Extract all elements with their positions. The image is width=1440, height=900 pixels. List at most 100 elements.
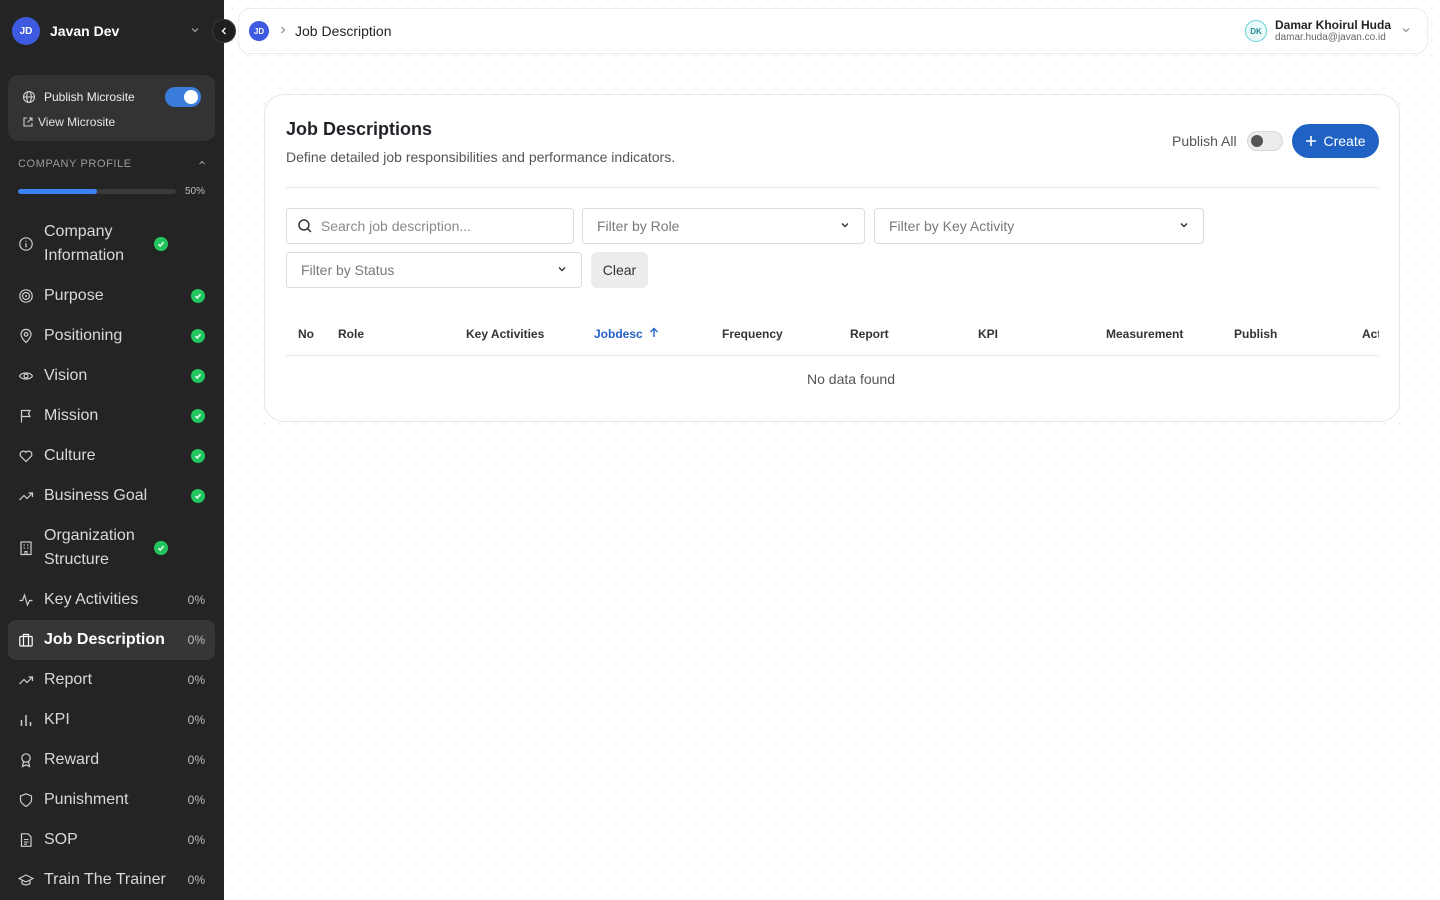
sidebar-item-vision[interactable]: Vision (8, 364, 215, 388)
sort-ascending-icon (649, 327, 659, 341)
progress-percent: 0% (187, 673, 205, 687)
info-icon (19, 237, 33, 251)
sidebar-item-company-information[interactable]: Company Information (8, 220, 215, 268)
sidebar-item-culture[interactable]: Culture (8, 444, 215, 468)
column-header-kpi[interactable]: KPI (978, 313, 998, 355)
publish-all: Publish All (1172, 131, 1283, 151)
sidebar: JD Javan Dev Publish Microsite View Micr… (0, 0, 224, 900)
sidebar-item-job-description[interactable]: Job Description 0% (8, 620, 215, 660)
chevron-up-icon (198, 158, 206, 170)
map-pin-icon (20, 328, 32, 344)
sidebar-item-kpi[interactable]: KPI 0% (8, 708, 215, 732)
column-header-measurement[interactable]: Measurement (1106, 313, 1183, 355)
column-header-role[interactable]: Role (338, 313, 364, 355)
chevron-right-icon (279, 24, 287, 38)
workspace-switcher[interactable]: JD Javan Dev (0, 0, 224, 62)
column-header-label: Role (338, 327, 365, 341)
publish-microsite-label: Publish Microsite (44, 90, 135, 104)
progress-percent: 0% (187, 833, 205, 847)
column-header-publish[interactable]: Publish (1234, 313, 1277, 355)
briefcase-icon (19, 633, 33, 647)
sidebar-item-mission[interactable]: Mission (8, 404, 215, 428)
building-icon (20, 541, 32, 556)
award-icon (21, 753, 31, 768)
check-circle-icon (191, 289, 205, 303)
column-header-label: Frequency (722, 327, 783, 341)
publish-microsite-toggle[interactable] (165, 87, 201, 107)
create-label: Create (1323, 133, 1366, 149)
progress-percent: 0% (187, 753, 205, 767)
chevron-down-icon (190, 25, 200, 38)
plus-icon (1306, 136, 1317, 146)
page-subtitle: Define detailed job responsibilities and… (286, 149, 676, 165)
breadcrumb-current: Job Description (295, 23, 392, 39)
check-circle-icon (191, 409, 205, 423)
view-microsite-label: View Microsite (38, 115, 116, 129)
progress-percent: 0% (187, 713, 205, 727)
clear-filters-button[interactable]: Clear (591, 252, 648, 288)
job-descriptions-card: Job Descriptions Define detailed job res… (264, 94, 1400, 422)
search-field[interactable] (286, 208, 574, 244)
column-header-key-activities[interactable]: Key Activities (466, 313, 544, 355)
company-profile-progress (18, 189, 176, 194)
status-filter-value: Filter by Status (301, 262, 395, 278)
column-header-label: Report (850, 327, 889, 341)
column-header-label: No (298, 327, 314, 341)
column-header-label: Key Activities (466, 327, 545, 341)
sidebar-item-purpose[interactable]: Purpose (8, 284, 215, 308)
sidebar-item-label: Job Description (44, 631, 165, 648)
sidebar-item-label: Company Information (44, 223, 125, 264)
column-header-actions[interactable]: Actions (1362, 313, 1379, 355)
breadcrumb-avatar[interactable]: JD (249, 21, 269, 41)
sidebar-item-organization-structure[interactable]: Organization Structure (8, 524, 215, 572)
sidebar-item-sop[interactable]: SOP 0% (8, 828, 215, 852)
target-icon (19, 289, 33, 303)
progress-fill (18, 189, 97, 194)
progress-percent: 0% (187, 633, 205, 647)
chevron-down-icon (1401, 25, 1411, 38)
chevron-down-icon (840, 220, 850, 233)
divider (286, 187, 1379, 188)
user-menu[interactable]: DK Damar Khoirul Huda damar.huda@javan.c… (1244, 18, 1411, 44)
sidebar-item-train-the-trainer[interactable]: Train The Trainer 0% (8, 868, 215, 892)
column-header-jobdesc[interactable]: Jobdesc (594, 313, 659, 355)
microsite-card: Publish Microsite View Microsite (8, 75, 215, 141)
collapse-sidebar-button[interactable] (212, 19, 236, 43)
sidebar-item-reward[interactable]: Reward 0% (8, 748, 215, 772)
column-header-label: Publish (1234, 327, 1278, 341)
column-header-no[interactable]: No (298, 313, 314, 355)
sidebar-item-label: Business Goal (44, 487, 148, 504)
page-title: Job Descriptions (286, 119, 433, 139)
progress-percent: 0% (187, 593, 205, 607)
eye-icon (18, 372, 34, 380)
sidebar-item-label: Organization Structure (44, 527, 135, 568)
column-header-label: KPI (978, 327, 999, 341)
sidebar-item-positioning[interactable]: Positioning (8, 324, 215, 348)
sidebar-item-business-goal[interactable]: Business Goal (8, 484, 215, 508)
check-circle-icon (191, 369, 205, 383)
create-button[interactable]: Create (1292, 124, 1379, 158)
view-microsite-link[interactable]: View Microsite (22, 115, 115, 129)
company-profile-header[interactable]: COMPANY PROFILE (18, 158, 206, 170)
heart-icon (19, 450, 33, 463)
file-text-icon (20, 833, 32, 847)
column-header-report[interactable]: Report (850, 313, 889, 355)
sidebar-item-report[interactable]: Report 0% (8, 668, 215, 692)
publish-all-toggle[interactable] (1246, 131, 1283, 151)
sidebar-item-punishment[interactable]: Punishment 0% (8, 788, 215, 812)
column-header-label: Jobdesc (594, 327, 643, 341)
flag-icon (20, 409, 31, 423)
sidebar-item-label: Reward (44, 751, 100, 768)
sidebar-item-label: Key Activities (44, 591, 139, 608)
key-activity-filter[interactable]: Filter by Key Activity (874, 208, 1204, 244)
sidebar-item-label: Purpose (44, 287, 104, 304)
search-input[interactable] (320, 218, 559, 234)
sidebar-item-key-activities[interactable]: Key Activities 0% (8, 588, 215, 612)
status-filter[interactable]: Filter by Status (286, 252, 582, 288)
role-filter[interactable]: Filter by Role (582, 208, 865, 244)
column-header-frequency[interactable]: Frequency (722, 313, 783, 355)
top-bar: JD Job Description DK Damar Khoirul Huda… (238, 8, 1428, 54)
progress-percent: 0% (187, 793, 205, 807)
globe-icon (22, 90, 36, 104)
column-header-label: Actions (1362, 327, 1379, 341)
